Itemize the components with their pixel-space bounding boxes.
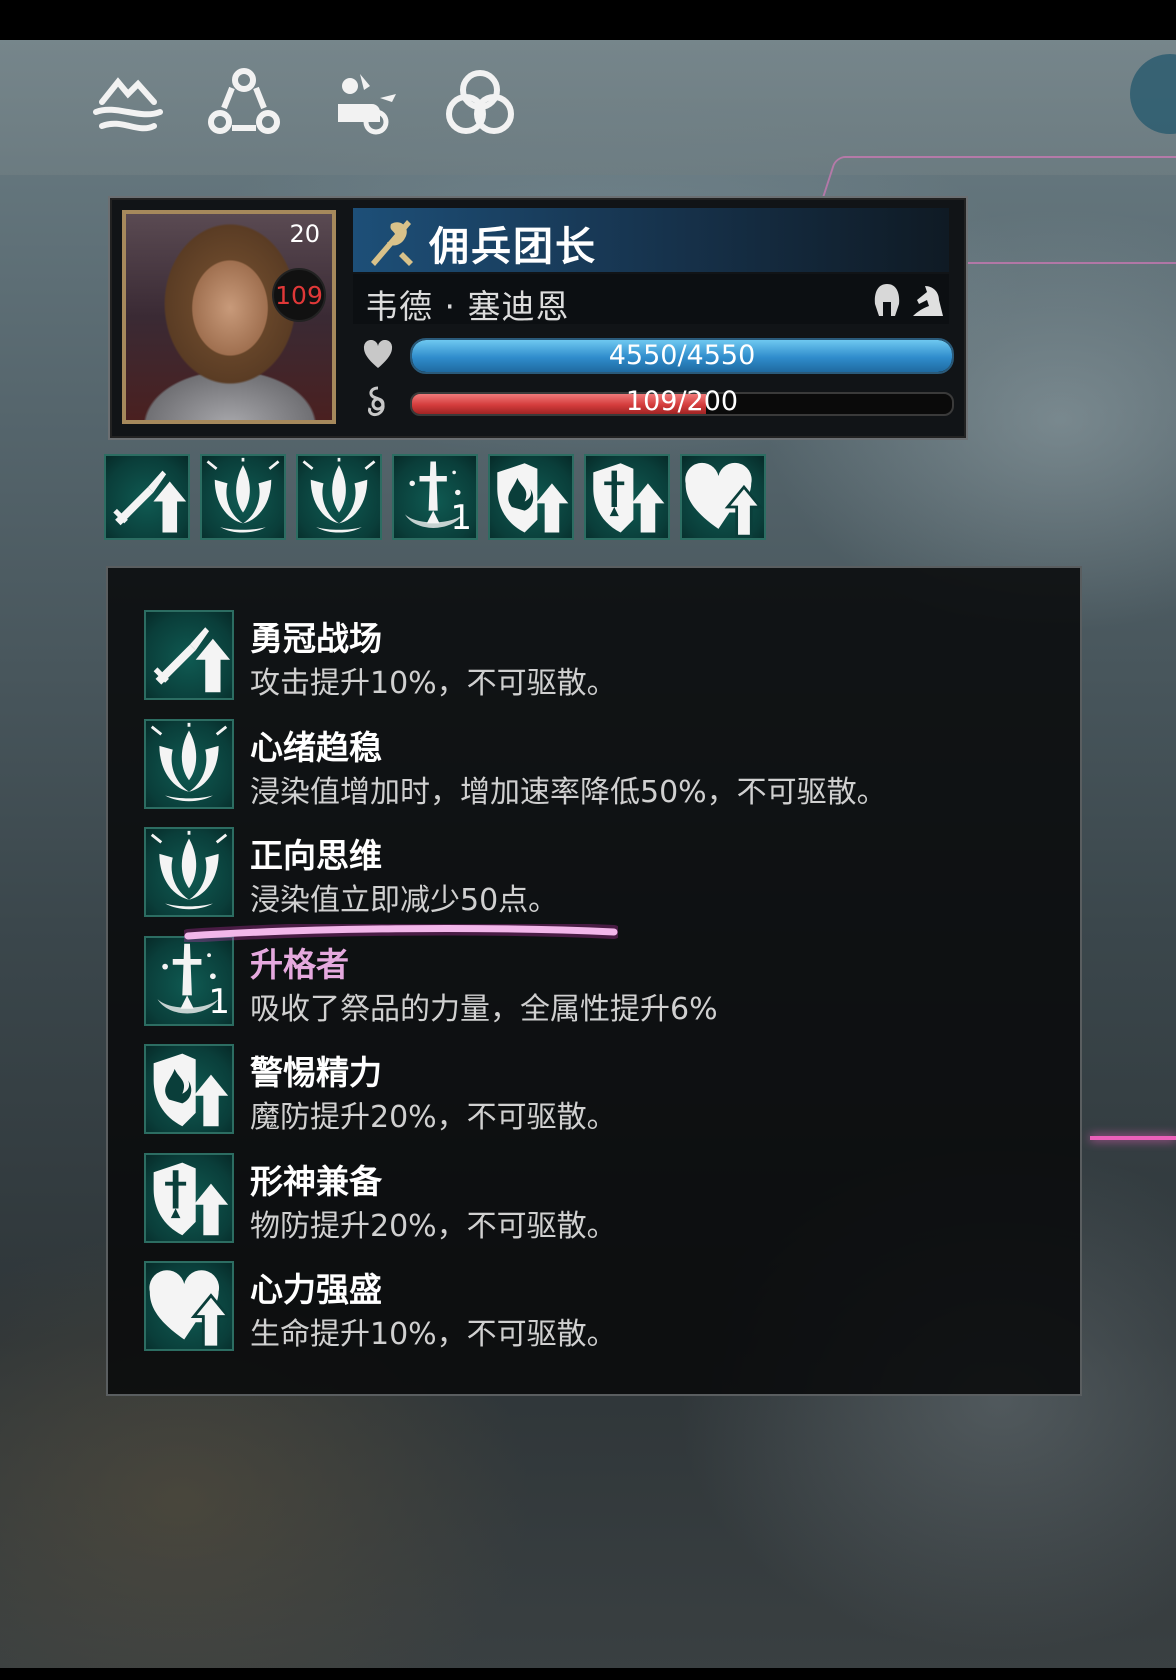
heart-up-icon[interactable] [680, 454, 766, 540]
magic-shield-up-icon [144, 1044, 234, 1134]
stack-count: 1 [450, 498, 472, 538]
character-header: 20 109 佣兵团长 韦德 · 塞迪恩 4550/4550 109/200 [108, 196, 968, 440]
buff-description: 浸染值立即减少50点。 [250, 883, 559, 918]
calm-mind-icon [144, 718, 234, 809]
calm-mind-icon[interactable] [200, 454, 286, 540]
bottom-letterbox [0, 1668, 1176, 1680]
heart-up-icon [144, 1261, 234, 1351]
buff-description: 生命提升10%，不可驱散。 [250, 1317, 617, 1352]
buff-name: 心力强盛 [250, 1270, 382, 1309]
buff-description: 魔防提升20%，不可驱散。 [250, 1100, 617, 1135]
knight-horse-icon [909, 282, 947, 318]
corruption-icon [362, 384, 394, 420]
buff-row[interactable]: 1 升格者吸收了祭品的力量，全属性提升6% [144, 935, 1064, 1030]
buff-description: 攻击提升10%，不可驱散。 [250, 666, 617, 701]
class-title: 佣兵团长 [429, 224, 597, 270]
hp-text: 4550/4550 [608, 340, 756, 371]
buff-name: 勇冠战场 [250, 619, 382, 658]
mercenary-emblem-icon [363, 212, 421, 270]
calm-mind-icon [144, 827, 234, 917]
ride-icon[interactable] [324, 64, 404, 144]
buff-name: 升格者 [250, 944, 349, 984]
buff-detail-panel: 勇冠战场攻击提升10%，不可驱散。 心绪趋稳浸染值增加时，增加速率降低50%，不… [106, 566, 1082, 1396]
buff-name: 正向思维 [250, 836, 382, 875]
buff-row[interactable]: 警惕精力魔防提升20%，不可驱散。 [144, 1044, 1064, 1138]
magic-shield-up-icon[interactable] [488, 454, 574, 540]
buff-description: 浸染值增加时，增加速率降低50%，不可驱散。 [250, 774, 887, 810]
sword-up-icon[interactable] [104, 454, 190, 540]
corruption-badge: 109 [272, 268, 326, 322]
hp-bar: 4550/4550 [410, 338, 954, 374]
calm-mind-icon[interactable] [296, 454, 382, 540]
top-letterbox [0, 0, 1176, 40]
buff-row[interactable]: 心绪趋稳浸染值增加时，增加速率降低50%，不可驱散。 [144, 718, 1064, 813]
character-portrait[interactable]: 20 109 [122, 210, 336, 424]
buff-name: 心绪趋稳 [250, 727, 382, 767]
buff-description: 吸收了祭品的力量，全属性提升6% [250, 991, 718, 1027]
sword-up-icon [144, 610, 234, 700]
buff-row[interactable]: 形神兼备物防提升20%，不可驱散。 [144, 1152, 1064, 1247]
buff-name: 警惕精力 [250, 1053, 382, 1092]
knot-icon[interactable] [440, 64, 520, 144]
top-nav-strip [0, 40, 1176, 175]
buff-row[interactable]: 勇冠战场攻击提升10%，不可驱散。 [144, 610, 1064, 704]
cycle-icon[interactable] [204, 64, 284, 144]
character-name: 韦德 · 塞迪恩 [365, 287, 570, 326]
buff-description: 物防提升20%，不可驱散。 [250, 1208, 617, 1244]
helmet-icon [871, 282, 903, 318]
buff-name: 形神兼备 [250, 1161, 382, 1201]
ascender-icon[interactable]: 1 [392, 454, 478, 540]
character-name-row: 韦德 · 塞迪恩 [353, 274, 949, 326]
scene-pink-light [1090, 1136, 1176, 1140]
character-level: 20 [289, 220, 320, 248]
heart-icon [362, 339, 394, 370]
buff-row[interactable]: 正向思维浸染值立即减少50点。 [144, 827, 1064, 921]
terrain-icon[interactable] [88, 64, 168, 144]
buff-row[interactable]: 心力强盛生命提升10%，不可驱散。 [144, 1261, 1064, 1355]
stack-count: 1 [208, 981, 230, 1022]
corruption-text: 109/200 [625, 386, 739, 417]
ascender-icon: 1 [144, 935, 234, 1026]
class-title-bar: 佣兵团长 [353, 208, 949, 272]
physical-shield-up-icon[interactable] [584, 454, 670, 540]
physical-shield-up-icon [144, 1152, 234, 1243]
